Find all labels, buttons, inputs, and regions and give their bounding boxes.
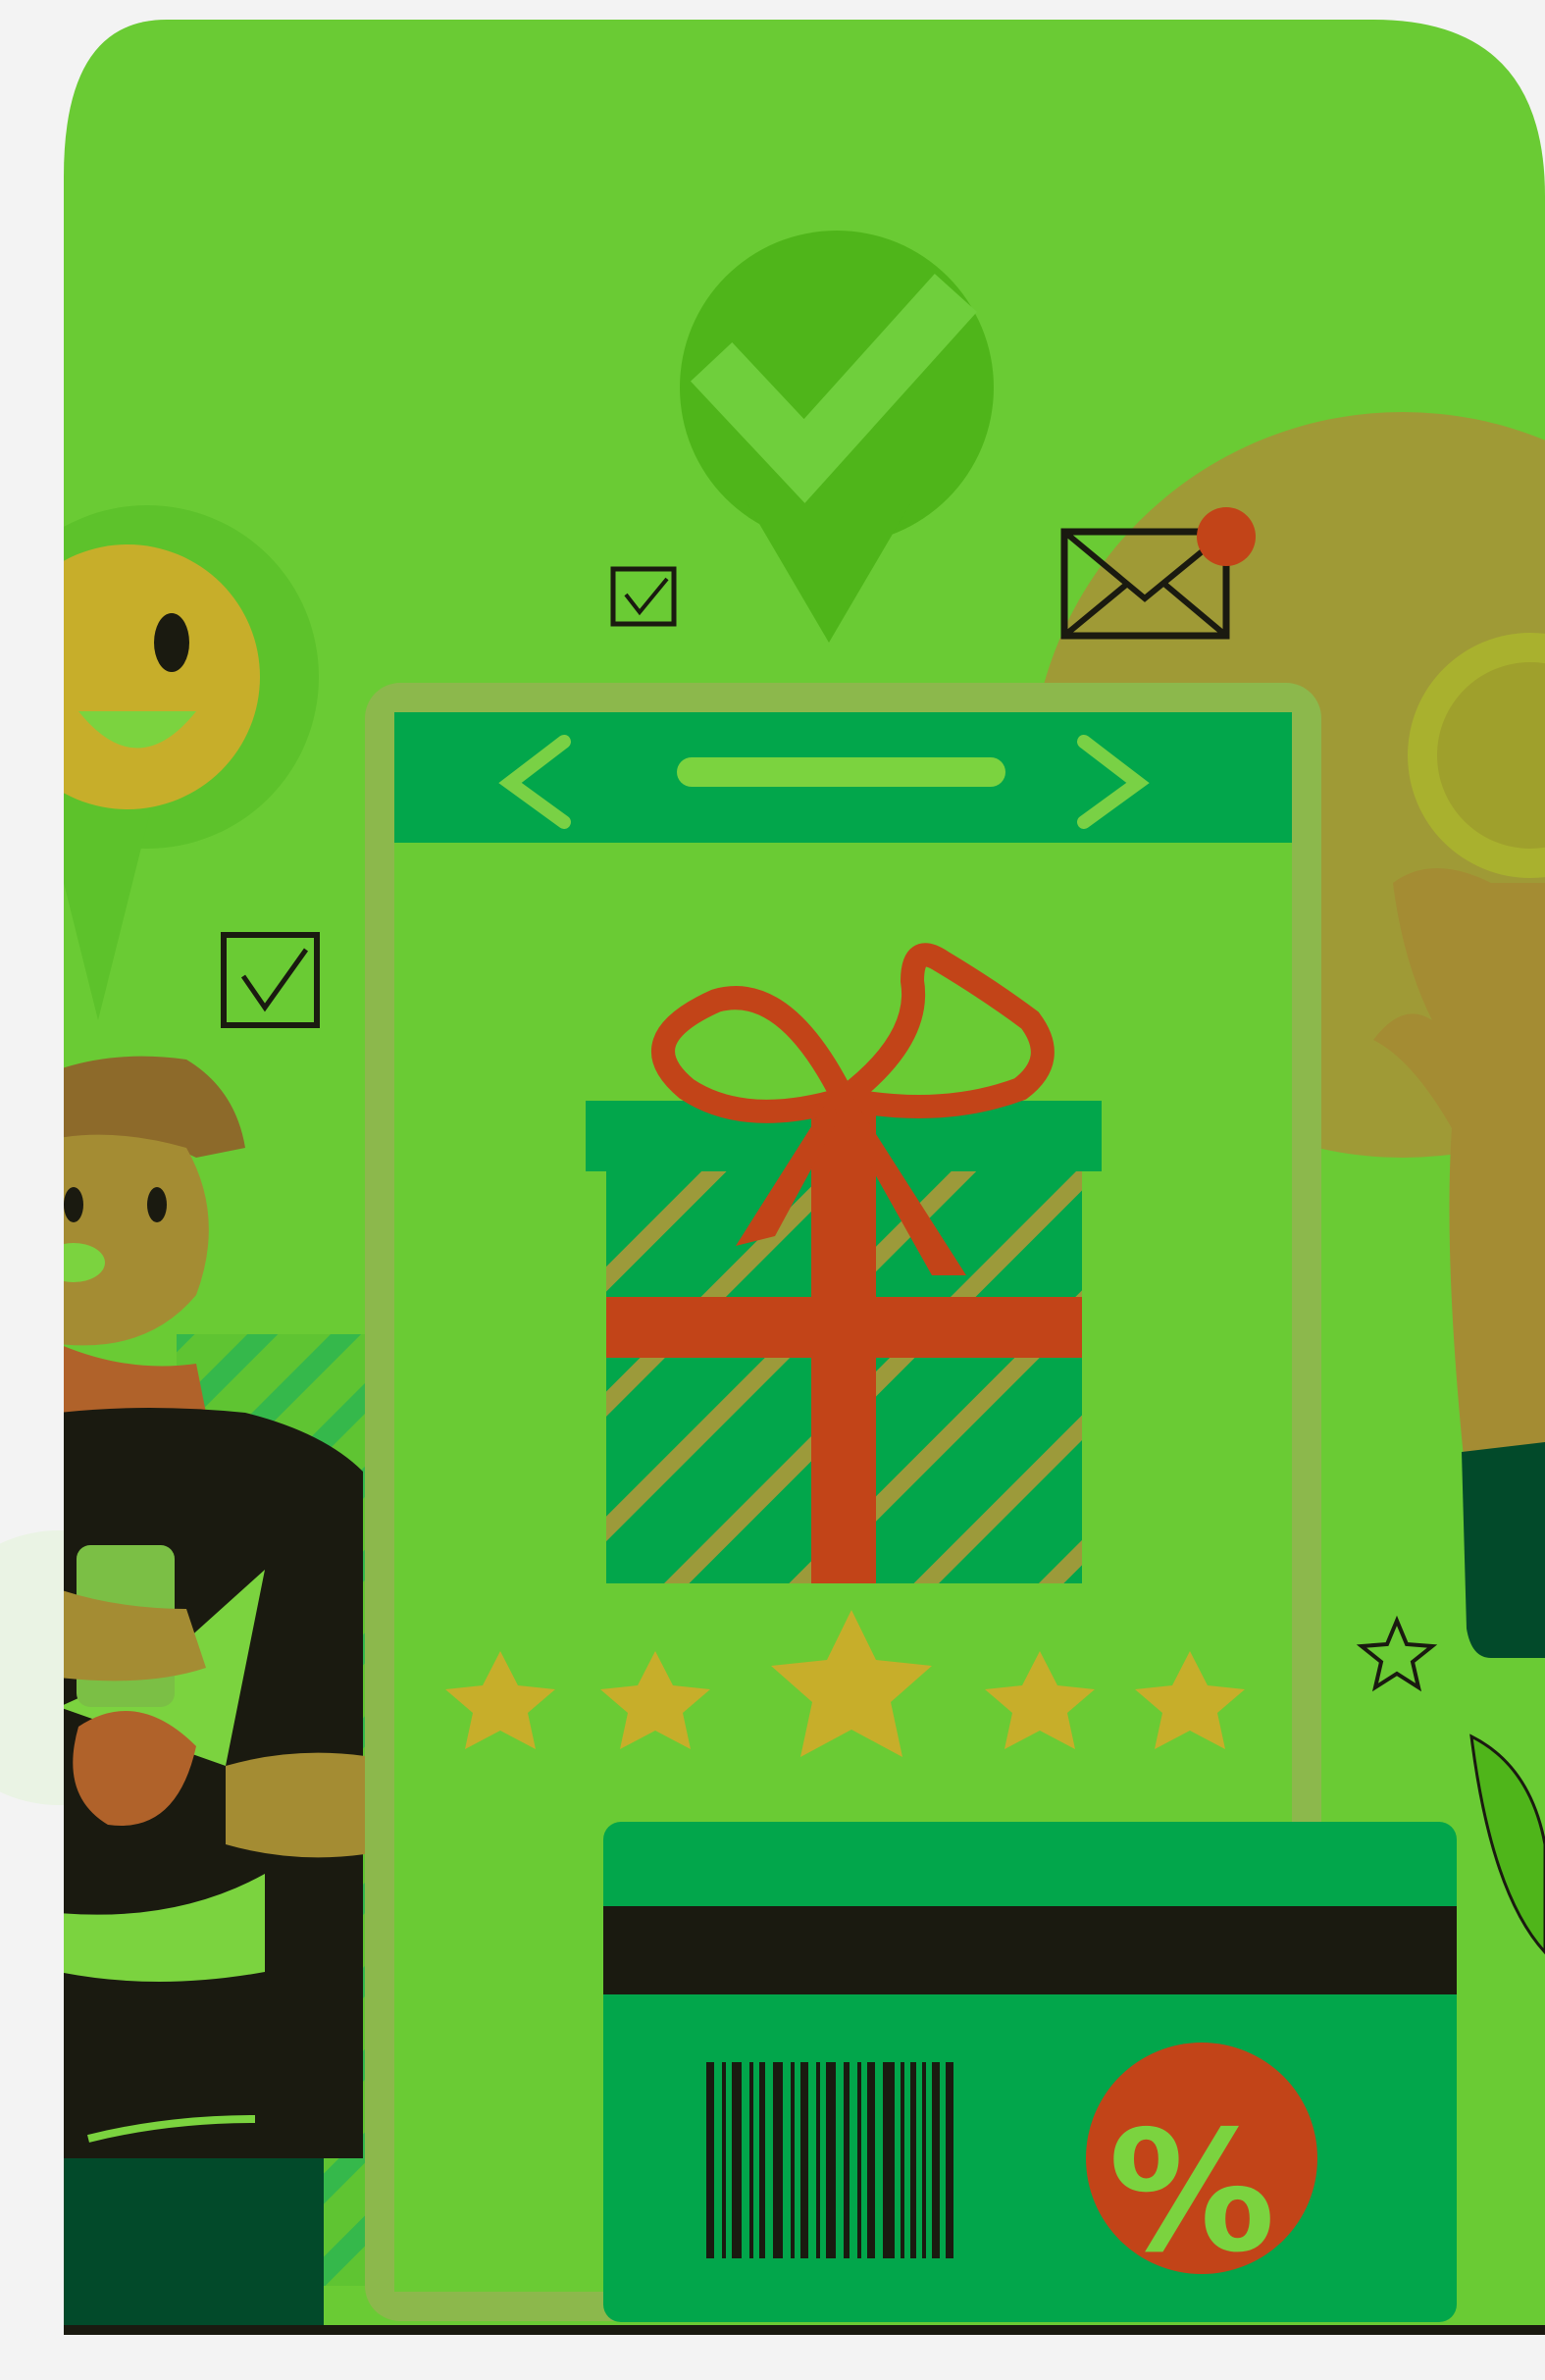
bottom-band: [64, 2325, 1545, 2335]
sleeve: [1462, 1442, 1545, 1658]
gift-card-illustration: [0, 20, 1545, 2335]
phone-speaker-bar: [677, 757, 1005, 787]
card-magnetic-stripe: [603, 1906, 1457, 1994]
smiley-face-icon: [64, 544, 260, 809]
illustration-root: n: [0, 0, 1545, 2380]
arm: [226, 1752, 365, 1858]
percent-icon: %: [1107, 2095, 1276, 2290]
gift-card: [603, 1822, 1457, 2322]
